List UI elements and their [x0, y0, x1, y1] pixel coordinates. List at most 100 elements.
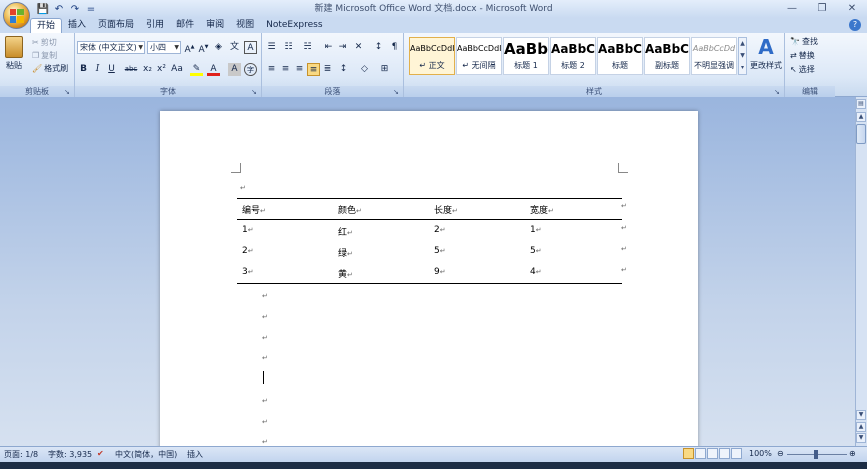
bullets-icon[interactable]: ☰: [265, 41, 278, 54]
style-subtle-emphasis[interactable]: AaBbCcDd 不明显强调: [691, 37, 737, 75]
strikethrough-button[interactable]: abc: [123, 63, 139, 76]
web-layout-icon[interactable]: [707, 448, 718, 459]
superscript-button[interactable]: x²: [155, 63, 168, 76]
table-cell[interactable]: 2↵: [242, 246, 254, 256]
table-cell[interactable]: 3↵: [242, 267, 254, 277]
print-layout-icon[interactable]: [683, 448, 694, 459]
decrease-indent-icon[interactable]: ⇤: [322, 41, 335, 54]
tab-home[interactable]: 开始: [30, 18, 63, 34]
redo-icon[interactable]: ↷: [68, 2, 82, 16]
page-count[interactable]: 页面: 1/8: [4, 449, 38, 460]
customize-qat-icon[interactable]: =: [84, 2, 98, 16]
tab-mailings[interactable]: 邮件: [170, 18, 200, 33]
help-icon[interactable]: ?: [849, 19, 861, 31]
style-normal[interactable]: AaBbCcDdI ↵ 正文: [409, 37, 455, 75]
line-spacing-icon[interactable]: ↕: [337, 63, 350, 76]
show-marks-icon[interactable]: ¶: [388, 41, 401, 54]
clipboard-launcher-icon[interactable]: ↘: [64, 88, 72, 96]
prev-page-icon[interactable]: ▲: [856, 422, 866, 432]
align-right-icon[interactable]: ≡: [293, 63, 306, 76]
table-cell[interactable]: 黄↵: [338, 267, 353, 280]
borders-icon[interactable]: ⊞: [378, 63, 391, 76]
tab-references[interactable]: 引用: [140, 18, 170, 33]
sort-icon[interactable]: ↕: [372, 41, 385, 54]
cut-button[interactable]: ✂ 剪切: [32, 37, 57, 48]
office-button[interactable]: [3, 2, 30, 29]
tab-view[interactable]: 视图: [230, 18, 260, 33]
style-title[interactable]: AaBbC 标题: [597, 37, 643, 75]
multilevel-list-icon[interactable]: ☵: [301, 41, 314, 54]
table-header-cell[interactable]: 颜色↵: [338, 203, 362, 216]
next-page-icon[interactable]: ▼: [856, 433, 866, 443]
shrink-font-icon[interactable]: A▼: [197, 41, 210, 55]
table-cell[interactable]: 5↵: [530, 246, 542, 256]
copy-button[interactable]: ❐ 复制: [32, 50, 57, 61]
numbering-icon[interactable]: ☷: [282, 41, 295, 54]
increase-indent-icon[interactable]: ⇥: [336, 41, 349, 54]
clear-format-icon[interactable]: ◈: [212, 41, 225, 54]
scroll-thumb[interactable]: [856, 124, 866, 144]
grow-font-icon[interactable]: A▲: [183, 41, 196, 55]
font-size-combo[interactable]: 小四 ▼: [147, 41, 181, 54]
styles-scroll[interactable]: ▲ ▼ ▾: [738, 37, 747, 75]
table-cell[interactable]: 5↵: [434, 246, 446, 256]
tab-insert[interactable]: 插入: [62, 18, 92, 33]
ruler-toggle-icon[interactable]: ▤: [856, 99, 866, 109]
table-cell[interactable]: 绿↵: [338, 246, 353, 259]
replace-button[interactable]: ⇄ 替换: [790, 50, 815, 61]
highlight-icon[interactable]: ✎: [190, 63, 203, 76]
restore-button[interactable]: ❐: [807, 0, 837, 16]
vertical-scrollbar[interactable]: [855, 97, 867, 446]
save-icon[interactable]: 💾: [36, 2, 50, 16]
phonetic-guide-icon[interactable]: 文: [228, 41, 241, 54]
char-shading-icon[interactable]: A: [228, 63, 241, 76]
close-button[interactable]: ✕: [837, 0, 867, 16]
style-subtitle[interactable]: AaBbC 副标题: [644, 37, 690, 75]
tab-page-layout[interactable]: 页面布局: [92, 18, 140, 33]
font-launcher-icon[interactable]: ↘: [251, 88, 259, 96]
table-cell[interactable]: 9↵: [434, 267, 446, 277]
distributed-icon[interactable]: ≣: [321, 63, 334, 76]
language-status[interactable]: 中文(简体，中国): [115, 449, 177, 460]
style-no-spacing[interactable]: AaBbCcDdI ↵ 无间隔: [456, 37, 502, 75]
shading-icon[interactable]: ◇: [358, 63, 371, 76]
chinese-layout-icon[interactable]: ✕: [352, 41, 365, 54]
change-styles-button[interactable]: A 更改样式: [750, 36, 782, 71]
subscript-button[interactable]: x₂: [141, 63, 154, 76]
proofing-icon[interactable]: ✔: [97, 449, 104, 458]
outline-icon[interactable]: [719, 448, 730, 459]
style-heading-1[interactable]: AaBb 标题 1: [503, 37, 549, 75]
insert-mode[interactable]: 插入: [187, 449, 203, 460]
change-case-button[interactable]: Aa: [169, 63, 185, 76]
table-cell[interactable]: 1↵: [242, 225, 254, 235]
align-center-icon[interactable]: ≡: [279, 63, 292, 76]
full-screen-reading-icon[interactable]: [695, 448, 706, 459]
minimize-button[interactable]: —: [777, 0, 807, 16]
draft-icon[interactable]: [731, 448, 742, 459]
font-name-combo[interactable]: 宋体 (中文正文) ▼: [77, 41, 145, 54]
styles-launcher-icon[interactable]: ↘: [774, 88, 782, 96]
zoom-out-icon[interactable]: ⊖: [777, 449, 784, 458]
zoom-slider-thumb[interactable]: [814, 450, 818, 459]
table-cell[interactable]: 4↵: [530, 267, 542, 277]
scroll-up-icon[interactable]: ▲: [856, 112, 866, 122]
style-heading-2[interactable]: AaBbC 标题 2: [550, 37, 596, 75]
table-header-cell[interactable]: 编号↵: [242, 203, 266, 216]
tab-review[interactable]: 审阅: [200, 18, 230, 33]
tab-noteexpress[interactable]: NoteExpress: [260, 18, 328, 33]
char-border-icon[interactable]: A: [244, 41, 257, 54]
table-cell[interactable]: 2↵: [434, 225, 446, 235]
table-cell[interactable]: 1↵: [530, 225, 542, 235]
align-left-icon[interactable]: ≡: [265, 63, 278, 76]
word-count[interactable]: 字数: 3,935: [48, 449, 92, 460]
italic-button[interactable]: I: [91, 63, 104, 76]
font-color-icon[interactable]: A: [207, 63, 220, 76]
zoom-in-icon[interactable]: ⊕: [849, 449, 856, 458]
scroll-down-icon[interactable]: ▼: [856, 410, 866, 420]
undo-icon[interactable]: ↶: [52, 2, 66, 16]
document-page[interactable]: [160, 111, 698, 451]
zoom-level[interactable]: 100%: [749, 449, 772, 458]
paste-button[interactable]: 粘贴: [5, 36, 23, 71]
table-header-cell[interactable]: 长度↵: [434, 203, 458, 216]
table-cell[interactable]: 红↵: [338, 225, 353, 238]
